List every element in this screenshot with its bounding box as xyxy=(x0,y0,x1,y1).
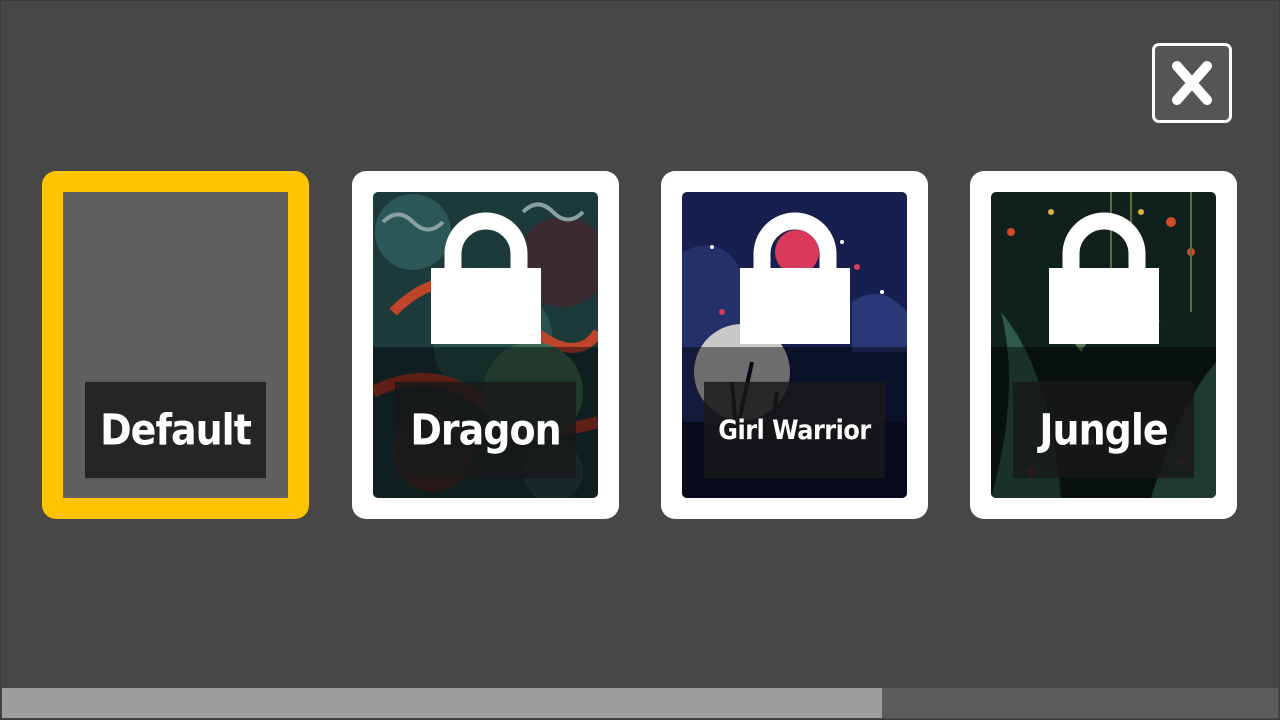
skin-label-jungle: Jungle xyxy=(1013,381,1194,479)
lock-icon xyxy=(740,212,850,344)
scroll-progress-fill xyxy=(2,688,883,718)
skin-card-girl-warrior[interactable]: Girl Warrior xyxy=(661,171,928,519)
skin-card-dragon[interactable]: Dragon xyxy=(352,171,619,519)
lock-icon xyxy=(431,212,541,344)
lock-icon xyxy=(1049,212,1159,344)
scroll-progress-bar[interactable] xyxy=(2,688,1278,718)
skin-label-girl-warrior: Girl Warrior xyxy=(704,381,885,479)
skin-card-default[interactable]: Default xyxy=(42,171,309,519)
close-icon xyxy=(1172,61,1212,105)
skin-card-jungle[interactable]: Jungle xyxy=(970,171,1237,519)
skin-label-default: Default xyxy=(85,381,266,479)
skin-label-dragon: Dragon xyxy=(395,381,576,479)
close-button[interactable] xyxy=(1152,43,1232,123)
